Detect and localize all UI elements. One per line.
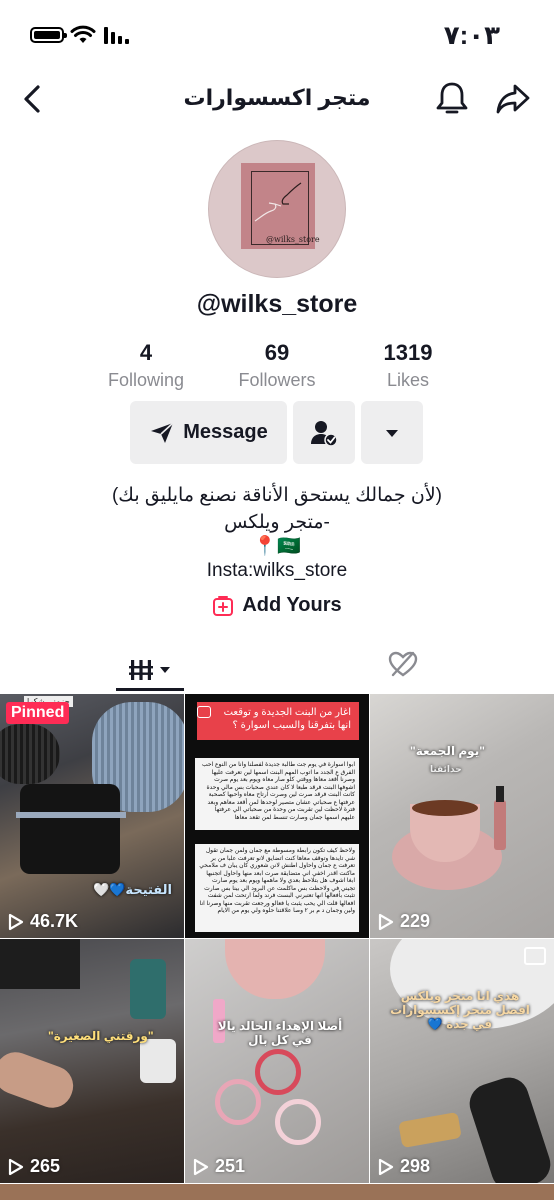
gift-box (398, 1111, 462, 1149)
image-icon (524, 947, 546, 965)
likes-label: Likes (386, 370, 430, 390)
caret-down-icon (160, 667, 170, 673)
tile-caption: "ورقتني الصغيرة" (48, 1029, 154, 1043)
view-count: 229 (378, 911, 430, 932)
bracelet-card (20, 784, 120, 874)
thread-spool (130, 959, 166, 1019)
profile-tabs (0, 642, 554, 692)
add-yours-button[interactable]: Add Yours (0, 594, 554, 617)
wifi-icon (70, 25, 96, 43)
bell-icon[interactable] (434, 80, 470, 118)
view-count-value: 298 (400, 1156, 431, 1176)
view-count: 265 (8, 1156, 60, 1177)
tile-banner-text: اغار من البنت الجديدة و توقعت انها بتفرق… (223, 707, 351, 731)
liked-hidden-icon[interactable] (388, 650, 418, 678)
bio-line-2: -متجر ويلكس (224, 512, 330, 533)
shoe (464, 1072, 554, 1183)
followers-count: 69 (264, 340, 290, 365)
nail-polish-cap (496, 786, 504, 802)
cup (225, 939, 325, 999)
view-count-value: 46.7K (30, 911, 79, 931)
add-yours-label: Add Yours (242, 594, 342, 616)
view-count: 251 (193, 1156, 245, 1177)
video-tile[interactable]: "ورقتني الصغيرة" 265 (0, 939, 184, 1183)
story-text-2: ولاحظ كيف تكون رابطة ومسوطة مع جمان ولمن… (195, 844, 359, 932)
tile-subcaption: حدائقنا (430, 764, 462, 774)
status-time: ٧:٠٣ (443, 20, 500, 50)
following-count: 4 (139, 340, 153, 365)
hand (0, 1046, 79, 1114)
view-count: 46.7K (8, 911, 78, 932)
video-tile[interactable]: "يوم الجمعة" حدائقنا 229 (370, 694, 554, 938)
stat-likes[interactable]: 1319 Likes (343, 340, 473, 391)
stat-followers[interactable]: 69 Followers (212, 340, 342, 391)
likes-count: 1319 (383, 340, 433, 365)
avatar-brand-text: @wilks_store (266, 235, 320, 244)
stat-following[interactable]: 4 Following (81, 340, 211, 391)
video-tile[interactable]: حزمني شكرا Pinned الفتيحة💙🤍 46.7K (0, 694, 184, 938)
bracelet (275, 1099, 321, 1145)
nail-polish (494, 800, 506, 850)
avatar[interactable]: @wilks_store (208, 140, 346, 278)
bio-line-1: (لأن جمالك يستحق الأناقة نصنع مايليق بك) (111, 485, 442, 506)
send-icon (151, 421, 174, 443)
next-row-preview (0, 1184, 554, 1200)
tile-caption: الفتيحة💙🤍 (93, 882, 172, 897)
signal-icon (104, 27, 129, 44)
view-count-value: 251 (215, 1156, 246, 1176)
grid-icon (129, 660, 153, 680)
page-title: متجر اكسسوارات (183, 85, 371, 110)
caret-down-icon (386, 429, 398, 437)
hands-icon (254, 182, 302, 222)
tile-caption: "يوم الجمعة" (410, 744, 485, 758)
play-icon (193, 1158, 209, 1175)
profile-username: @wilks_store (196, 290, 358, 318)
battery-icon (30, 27, 67, 43)
bracelet-band (16, 812, 126, 818)
video-tile[interactable]: هذي انا متجر ويلكس افضل متجر إكسسوارات ف… (370, 939, 554, 1183)
bio-instagram[interactable]: Insta:wilks_store (0, 560, 554, 582)
status-bar: ٧:٠٣ (0, 0, 554, 70)
tile-caption: هذي انا متجر ويلكس افضل متجر إكسسوارات ف… (390, 989, 530, 1031)
message-button[interactable]: Message (130, 401, 287, 464)
video-tile[interactable]: أصلا الإهداء الخالد يالا في كل بال 251 (185, 939, 369, 1183)
bracelet (255, 1049, 301, 1095)
coffee (412, 800, 478, 816)
video-tile[interactable]: اغار من البنت الجديدة و توقعت انها بتفرق… (185, 694, 369, 938)
bracelet (215, 1079, 261, 1125)
view-count: 298 (378, 1156, 430, 1177)
more-options-button[interactable] (361, 401, 423, 464)
add-yours-icon (213, 595, 234, 616)
view-count-value: 229 (400, 911, 431, 931)
story-text-1: ابوا اسوارة في يوم جت طالبة جديدة لفصلنا… (195, 758, 359, 830)
bio-line-3: 📍🇸🇦 (253, 536, 301, 557)
active-tab-indicator (116, 688, 184, 691)
black-thread-spool (0, 724, 60, 784)
play-icon (378, 1158, 394, 1175)
following-label: Following (107, 370, 185, 390)
play-icon (8, 913, 24, 930)
share-icon[interactable] (495, 82, 531, 116)
user-check-icon (311, 420, 338, 447)
top-nav-bar: متجر اكسسوارات (0, 70, 554, 130)
thread-spool (140, 1039, 176, 1083)
play-icon (378, 913, 394, 930)
image-icon (197, 706, 211, 718)
tab-videos[interactable] (116, 650, 184, 690)
following-status-button[interactable] (293, 401, 355, 464)
play-icon (8, 1158, 24, 1175)
pinned-badge: Pinned (6, 702, 70, 724)
tile-banner: اغار من البنت الجديدة و توقعت انها بتفرق… (197, 702, 359, 740)
view-count-value: 265 (30, 1156, 61, 1176)
followers-label: Followers (238, 370, 316, 390)
message-button-label: Message (183, 421, 268, 443)
basket (0, 939, 80, 989)
tile-caption: أصلا الإهداء الخالد يالا في كل بال (217, 1019, 343, 1047)
